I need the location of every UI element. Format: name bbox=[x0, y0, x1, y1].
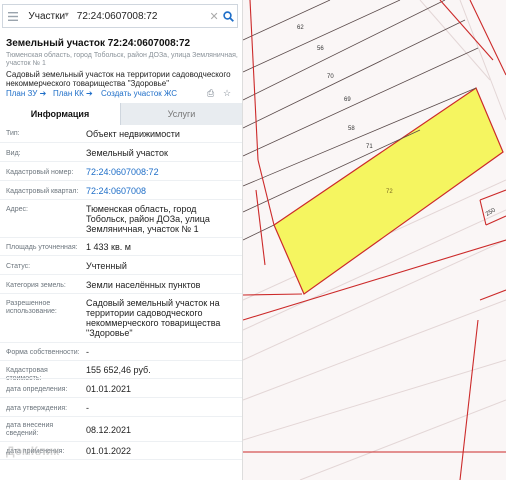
search-bar: Участки ▾ ✕ bbox=[2, 4, 238, 28]
search-icon bbox=[222, 10, 234, 22]
print-icon[interactable]: ⎙ bbox=[207, 88, 214, 99]
type-label: Тип: bbox=[6, 130, 20, 137]
menu-icon[interactable] bbox=[3, 5, 22, 27]
cost-label: Кадастровая стоимость: bbox=[6, 367, 48, 382]
use-label: Разрешенное использование: bbox=[6, 300, 57, 315]
cadnum-label: Кадастровый номер: bbox=[6, 169, 74, 176]
divider bbox=[0, 360, 242, 361]
plan-kk-link[interactable]: План КК ➔ bbox=[53, 89, 93, 98]
kind-value: Земельный участок bbox=[86, 148, 168, 158]
appr-date-label: дата утверждения: bbox=[6, 405, 68, 412]
det-date-value: 01.01.2021 bbox=[86, 384, 132, 394]
divider bbox=[0, 161, 242, 162]
star-icon[interactable]: ☆ bbox=[223, 88, 231, 99]
layer-select-value: Участки bbox=[28, 10, 66, 22]
address-label: Адрес: bbox=[6, 206, 28, 213]
quarter-link[interactable]: 72:24:0607008 bbox=[86, 186, 238, 196]
info-panel: Участки ▾ ✕ Земельный участок 72:24:0607… bbox=[0, 0, 243, 480]
entry-date-value: 08.12.2021 bbox=[86, 425, 132, 435]
parcel-label: 70 bbox=[327, 74, 334, 80]
ownership-label: Форма собственности: bbox=[6, 349, 80, 356]
parcel-label: 72 bbox=[386, 189, 393, 195]
divider bbox=[0, 416, 242, 417]
plan-zu-link[interactable]: План ЗУ ➔ bbox=[6, 89, 46, 98]
tab-services[interactable]: Услуги bbox=[121, 103, 242, 125]
type-value: Объект недвижимости bbox=[86, 129, 180, 139]
divider bbox=[0, 441, 242, 442]
divider bbox=[0, 397, 242, 398]
quarter-label: Кадастровый квартал: bbox=[6, 188, 79, 195]
use-value: Садовый земельный участок на территории … bbox=[86, 298, 221, 338]
divider bbox=[0, 237, 242, 238]
parcel-title: Земельный участок 72:24:0607008:72 bbox=[6, 38, 191, 49]
parcel-description: Садовый земельный участок на территории … bbox=[6, 70, 231, 88]
close-icon[interactable]: ✕ bbox=[209, 10, 220, 23]
parcel-label: 62 bbox=[297, 25, 304, 31]
status-value: Учтенный bbox=[86, 261, 127, 271]
divider bbox=[0, 180, 242, 181]
divider bbox=[0, 142, 242, 143]
area-value: 1 433 кв. м bbox=[86, 242, 131, 252]
cadnum-link[interactable]: 72:24:0607008:72 bbox=[86, 167, 238, 177]
divider bbox=[0, 459, 242, 460]
parcel-address-subtitle: Тюменская область, город Тобольск, район… bbox=[6, 52, 238, 67]
area-label: Площадь уточненная: bbox=[6, 244, 78, 251]
apply-date-value: 01.01.2022 bbox=[86, 446, 132, 456]
category-label: Категория земель: bbox=[6, 282, 66, 289]
status-label: Статус: bbox=[6, 263, 31, 270]
create-plan-link[interactable]: Создать участок ЖС bbox=[101, 89, 177, 98]
parcel-label: 56 bbox=[317, 46, 324, 52]
parcel-label: 58 bbox=[348, 126, 355, 132]
action-links: План ЗУ ➔ План КК ➔ Создать участок ЖС ⎙… bbox=[6, 88, 238, 101]
divider bbox=[0, 378, 242, 379]
tabs: Информация Услуги bbox=[0, 103, 242, 125]
entry-date-label: дата внесения сведений: bbox=[6, 422, 54, 437]
category-value: Земли населённых пунктов bbox=[86, 280, 201, 290]
parcel-label: 71 bbox=[366, 144, 373, 150]
divider bbox=[0, 342, 242, 343]
kind-label: Вид: bbox=[6, 150, 21, 157]
parcel-label: 69 bbox=[344, 97, 351, 103]
divider bbox=[0, 293, 242, 294]
divider bbox=[0, 199, 242, 200]
ownership-value: - bbox=[86, 347, 89, 357]
divider bbox=[0, 255, 242, 256]
cost-value: 155 652,46 руб. bbox=[86, 365, 151, 375]
search-button[interactable] bbox=[219, 5, 237, 27]
chevron-down-icon: ▾ bbox=[64, 10, 69, 19]
det-date-label: дата определения: bbox=[6, 386, 68, 393]
address-value: Тюменская область, город Тобольск, район… bbox=[86, 204, 210, 234]
divider bbox=[0, 274, 242, 275]
layer-select[interactable]: Участки ▾ bbox=[22, 5, 70, 27]
search-input[interactable] bbox=[70, 5, 209, 27]
appr-date-value: - bbox=[86, 403, 89, 413]
parcel-label: 250 bbox=[485, 207, 497, 218]
tab-info[interactable]: Информация bbox=[0, 103, 121, 125]
domclick-watermark: ДомКлик bbox=[6, 444, 60, 458]
